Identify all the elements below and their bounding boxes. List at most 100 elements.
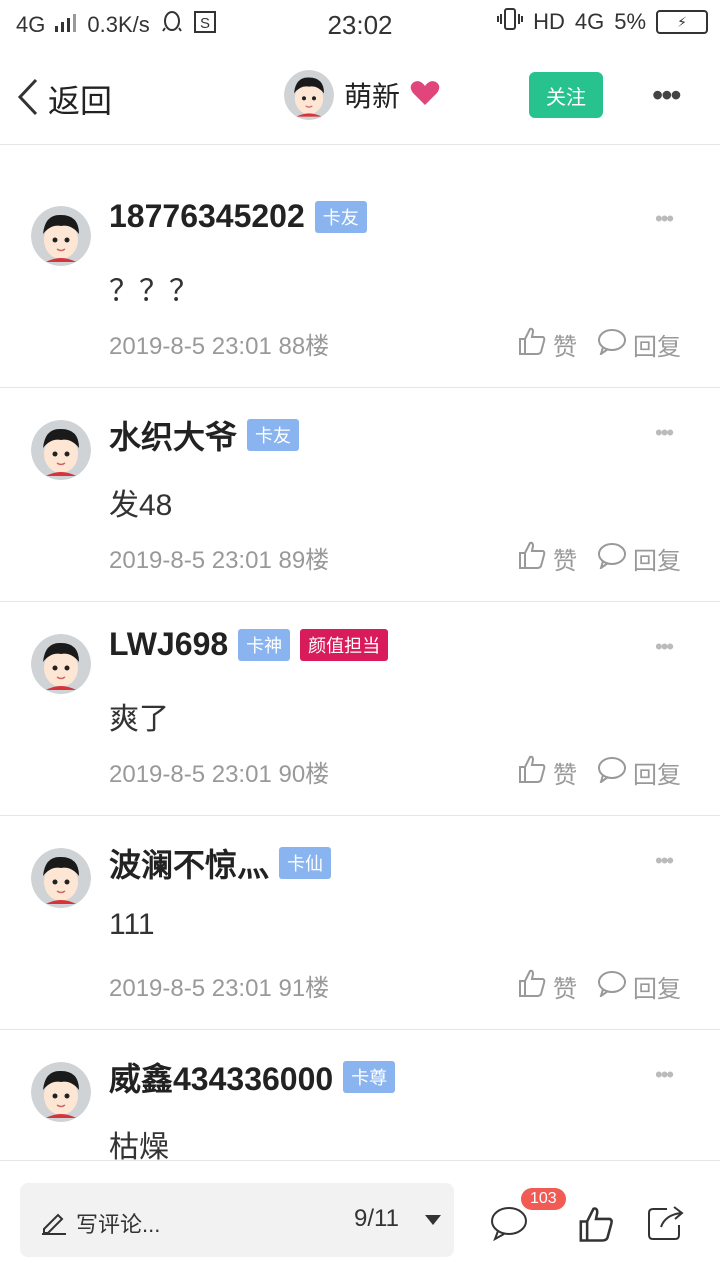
- username[interactable]: 水织大爷: [109, 412, 237, 458]
- pencil-icon: [40, 1207, 68, 1240]
- like-button[interactable]: 赞: [517, 754, 577, 791]
- reply-button[interactable]: 回复: [597, 755, 681, 790]
- page-indicator[interactable]: 9/11: [354, 1205, 399, 1233]
- author-avatar[interactable]: [284, 70, 334, 120]
- like-button[interactable]: 赞: [517, 968, 577, 1005]
- avatar[interactable]: [31, 420, 91, 480]
- comment-bubble-icon: [597, 541, 627, 576]
- thumbs-up-icon: [517, 540, 547, 577]
- avatar[interactable]: [31, 1062, 91, 1122]
- more-dots-icon[interactable]: •••: [655, 422, 674, 444]
- comment-meta: 2019-8-5 23:01 91楼: [109, 968, 329, 1003]
- username[interactable]: 波澜不惊灬: [109, 840, 269, 886]
- network-right-label: 4G: [574, 9, 605, 34]
- comment-actions: 赞 回复: [517, 754, 681, 791]
- status-right: HD 4G 5% ⚡: [497, 8, 708, 36]
- follow-button[interactable]: 关注: [529, 72, 603, 118]
- comment-actions: 赞 回复: [517, 326, 681, 363]
- back-button[interactable]: 返回: [16, 76, 112, 122]
- thumbs-up-icon: [517, 326, 547, 363]
- like-label: 赞: [553, 548, 577, 575]
- comment-actions: 赞 回复: [517, 540, 681, 577]
- comment-item: LWJ698 卡神 颜值担当 ••• 爽了 2019-8-5 23:01 90楼…: [0, 602, 720, 816]
- reply-button[interactable]: 回复: [597, 969, 681, 1004]
- rank-badge: 卡友: [247, 419, 300, 451]
- timestamp: 2019-8-5 23:01: [109, 333, 272, 360]
- write-comment-box[interactable]: 写评论... 9/11: [20, 1183, 454, 1257]
- like-button[interactable]: 赞: [517, 540, 577, 577]
- comment-bubble-icon[interactable]: [490, 1205, 528, 1246]
- battery-percent: 5%: [614, 9, 646, 34]
- title-badge: 颜值担当: [300, 628, 389, 661]
- comment-actions: 赞 回复: [517, 968, 681, 1005]
- floor-number: 91楼: [278, 975, 330, 1002]
- heart-icon: [410, 80, 440, 111]
- comment-bubble-icon: [597, 969, 627, 1004]
- reply-label: 回复: [633, 762, 681, 789]
- comment-feed: 18776345202 卡友 ••• ？？？ 2019-8-5 23:01 88…: [0, 174, 720, 1244]
- comment-meta: 2019-8-5 23:01 90楼: [109, 754, 329, 789]
- comment-bubble-icon: [597, 327, 627, 362]
- comment-item: 波澜不惊灬 卡仙 ••• 111 2019-8-5 23:01 91楼 赞 回复: [0, 816, 720, 1030]
- comment-meta: 2019-8-5 23:01 89楼: [109, 540, 329, 575]
- avatar[interactable]: [31, 206, 91, 266]
- bottom-bar: 写评论... 9/11 103: [0, 1160, 720, 1281]
- avatar[interactable]: [31, 634, 91, 694]
- share-icon[interactable]: [647, 1205, 685, 1246]
- comment-text: ？？？: [109, 275, 199, 308]
- like-label: 赞: [553, 976, 577, 1003]
- thumbs-up-icon: [517, 754, 547, 791]
- like-button[interactable]: 赞: [517, 326, 577, 363]
- hd-label: HD: [533, 9, 565, 34]
- username[interactable]: LWJ698: [109, 626, 228, 663]
- more-dots-icon[interactable]: •••: [652, 79, 682, 111]
- vibrate-icon: [497, 8, 524, 36]
- more-dots-icon[interactable]: •••: [655, 636, 674, 658]
- name-row: 18776345202 卡友: [109, 198, 367, 235]
- rank-badge: 卡神: [238, 628, 291, 661]
- more-dots-icon[interactable]: •••: [655, 850, 674, 872]
- comment-count-badge: 103: [521, 1188, 566, 1210]
- timestamp: 2019-8-5 23:01: [109, 761, 272, 788]
- floor-number: 90楼: [278, 761, 330, 788]
- back-label: 返回: [48, 83, 113, 119]
- name-row: 水织大爷 卡友: [109, 412, 300, 458]
- chevron-left-icon: [16, 78, 40, 121]
- floor-number: 89楼: [278, 547, 330, 574]
- rank-badge: 卡仙: [279, 847, 332, 879]
- floor-number: 88楼: [278, 333, 330, 360]
- avatar[interactable]: [31, 848, 91, 908]
- comment-text: 111: [109, 908, 155, 941]
- like-label: 赞: [553, 334, 577, 361]
- author-name: 萌新: [344, 81, 401, 112]
- timestamp: 2019-8-5 23:01: [109, 547, 272, 574]
- more-dots-icon[interactable]: •••: [655, 208, 674, 230]
- reply-label: 回复: [633, 548, 681, 575]
- reply-label: 回复: [633, 334, 681, 361]
- comment-item: 18776345202 卡友 ••• ？？？ 2019-8-5 23:01 88…: [0, 174, 720, 388]
- rank-badge: 卡友: [314, 200, 367, 233]
- timestamp: 2019-8-5 23:01: [109, 975, 272, 1002]
- comment-placeholder: 写评论...: [76, 1212, 161, 1237]
- reply-label: 回复: [633, 976, 681, 1003]
- battery-icon: ⚡: [656, 10, 708, 34]
- rank-badge: 卡尊: [343, 1061, 396, 1093]
- comment-meta: 2019-8-5 23:01 88楼: [109, 326, 329, 361]
- thumbs-up-icon: [517, 968, 547, 1005]
- name-row: LWJ698 卡神 颜值担当: [109, 626, 389, 663]
- like-label: 赞: [553, 762, 577, 789]
- caret-down-icon[interactable]: [424, 1213, 442, 1231]
- reply-button[interactable]: 回复: [597, 327, 681, 362]
- more-dots-icon[interactable]: •••: [655, 1064, 674, 1086]
- comment-text: 爽了: [109, 703, 169, 736]
- status-bar: 4G 0.3K/s S 23:02 HD 4G 5% ⚡: [0, 0, 720, 50]
- name-row: 威鑫434336000 卡尊: [109, 1054, 396, 1100]
- comment-text: 发48: [109, 489, 173, 522]
- thumbs-up-icon[interactable]: [577, 1205, 615, 1248]
- name-row: 波澜不惊灬 卡仙: [109, 840, 332, 886]
- reply-button[interactable]: 回复: [597, 541, 681, 576]
- username[interactable]: 威鑫434336000: [109, 1054, 333, 1100]
- comment-bubble-icon: [597, 755, 627, 790]
- username[interactable]: 18776345202: [109, 198, 305, 235]
- thread-author[interactable]: 萌新: [284, 70, 440, 120]
